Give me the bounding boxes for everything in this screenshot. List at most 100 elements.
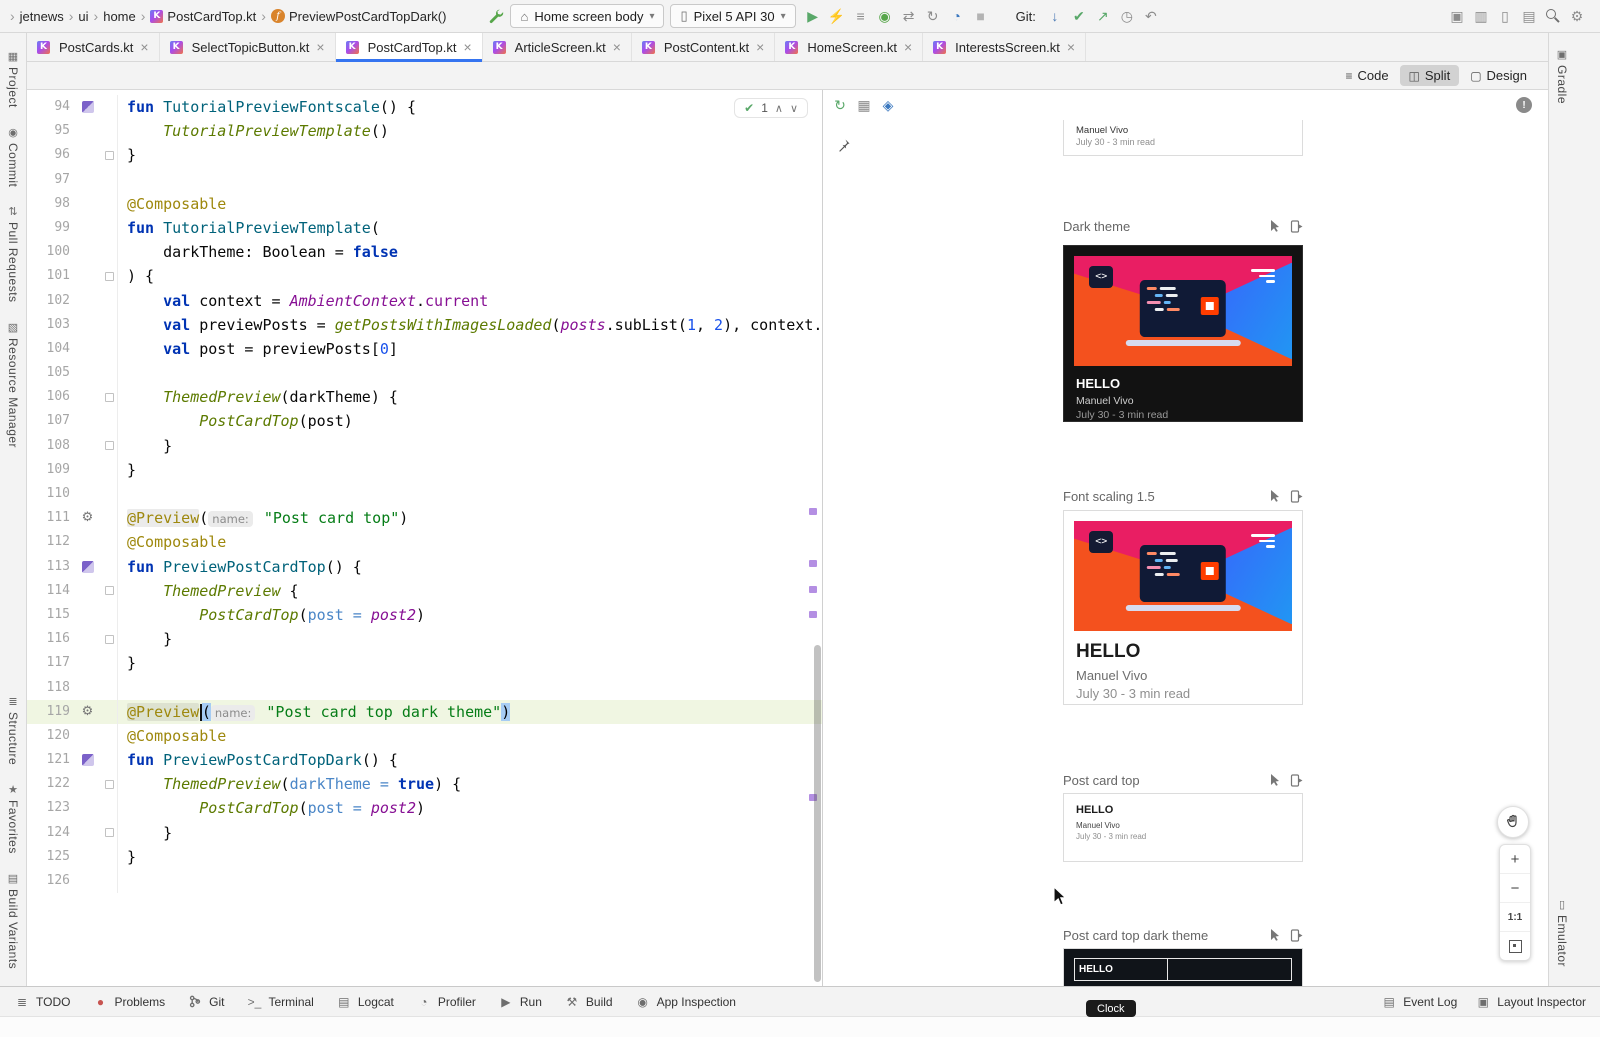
code-line-120[interactable]: 120@Composable [27,724,822,748]
preview-canvas[interactable]: Manuel Vivo July 30 - 3 min read Dark th… [823,120,1548,986]
avd-manager-icon[interactable]: ▯ [1494,5,1516,27]
zoom-reset-button[interactable]: 1:1 [1500,902,1530,931]
run-button[interactable]: ▶ [802,5,824,27]
deploy-preview-icon[interactable] [1290,929,1303,942]
crumb-ui[interactable]: ui [78,9,88,24]
compose-preview-run-icon[interactable] [82,101,94,113]
tool-stripe-project[interactable]: ▦Project [6,50,20,108]
close-icon[interactable]: × [756,39,764,55]
close-icon[interactable]: × [140,39,148,55]
interactive-preview-icon[interactable] [1270,774,1281,786]
compose-preview-run-icon[interactable] [82,754,94,766]
code-line-100[interactable]: 100 darkTheme: Boolean = false [27,240,822,264]
statusbar-event-log[interactable]: ▤Event Log [1381,995,1457,1009]
prev-issue-icon[interactable]: ∧ [775,102,783,115]
close-icon[interactable]: × [463,39,471,55]
statusbar-problems[interactable]: ●Problems [92,995,165,1009]
code-line-110[interactable]: 110 [27,482,822,506]
code-line-116[interactable]: 116 } [27,627,822,651]
preview-settings-icon[interactable]: ⚙ [82,506,94,530]
next-issue-icon[interactable]: ∨ [790,102,798,115]
profiler-icon[interactable]: ◔ [946,5,968,27]
tool-stripe-commit[interactable]: ◉Commit [6,126,20,187]
tool-stripe-emulator[interactable]: ▯Emulator [1555,898,1569,967]
layout-inspector-icon[interactable]: ▣ [1446,5,1468,27]
attach-debugger-icon[interactable]: ⇄ [898,5,920,27]
statusbar-layout-inspector[interactable]: ▣Layout Inspector [1475,995,1586,1009]
statusbar-todo[interactable]: ≣TODO [14,995,70,1009]
close-icon[interactable]: × [1067,39,1075,55]
code-line-108[interactable]: 108 } [27,434,822,458]
mode-design[interactable]: ▢Design [1461,65,1536,86]
close-icon[interactable]: × [613,39,621,55]
statusbar-profiler[interactable]: ◔Profiler [416,995,476,1009]
inspection-widget[interactable]: ✔ 1 ∧ ∨ [734,98,808,118]
code-line-95[interactable]: 95 TutorialPreviewTemplate() [27,119,822,143]
code-line-112[interactable]: 112@Composable [27,530,822,554]
statusbar-app-inspection[interactable]: ◉App Inspection [635,995,736,1009]
wrench-icon[interactable] [488,8,504,24]
code-line-118[interactable]: 118 [27,676,822,700]
code-line-126[interactable]: 126 [27,869,822,893]
apply-changes-icon[interactable]: ⚡ [826,5,848,27]
push-icon[interactable]: ↗ [1092,5,1114,27]
code-line-115[interactable]: 115 PostCardTop(post = post2) [27,603,822,627]
run-config-selector[interactable]: ⌂ Home screen body ▾ [510,4,664,28]
tool-stripe-structure[interactable]: ≣Structure [6,695,20,765]
code-line-113[interactable]: 113fun PreviewPostCardTop() { [27,555,822,579]
interactive-preview-icon[interactable] [1270,490,1281,502]
history-icon[interactable]: ◷ [1116,5,1138,27]
preview-issues-icon[interactable]: ! [1516,97,1532,113]
deploy-preview-icon[interactable] [1290,774,1303,787]
code-line-107[interactable]: 107 PostCardTop(post) [27,409,822,433]
close-icon[interactable]: × [316,39,324,55]
zoom-to-fit-button[interactable] [1500,931,1530,960]
tool-stripe-favorites[interactable]: ★Favorites [6,783,20,854]
tool-stripe-resource-manager[interactable]: ▧Resource Manager [6,321,20,448]
code-editor[interactable]: 94fun TutorialPreviewFontscale() {95 Tut… [27,90,822,986]
statusbar-run[interactable]: ▶Run [498,995,542,1009]
interactive-preview-icon[interactable] [1270,929,1281,941]
build-refresh-icon[interactable]: ↻ [829,94,851,116]
pin-icon[interactable] [837,138,851,155]
debug-icon[interactable]: ◉ [874,5,896,27]
layers-icon[interactable]: ◈ [877,94,899,116]
statusbar-git[interactable]: Git [187,995,224,1009]
crumb-previewpostcardtopdark[interactable]: fPreviewPostCardTopDark() [271,9,447,24]
sdk-manager-icon[interactable]: ▤ [1518,5,1540,27]
tab-postcontent-kt[interactable]: KPostContent.kt× [632,33,775,61]
deploy-preview-icon[interactable] [1290,220,1303,233]
crumb-jetnews[interactable]: jetnews [20,9,64,24]
zoom-in-button[interactable]: + [1500,845,1530,873]
code-line-98[interactable]: 98@Composable [27,192,822,216]
preview-settings-icon[interactable]: ⚙ [82,700,94,724]
statusbar-build[interactable]: ⚒Build [564,995,613,1009]
crumb-postcardtop-kt[interactable]: KPostCardTop.kt [150,9,256,24]
tab-postcards-kt[interactable]: KPostCards.kt× [27,33,160,61]
rollback-icon[interactable]: ↶ [1140,5,1162,27]
commit-icon[interactable]: ✔ [1068,5,1090,27]
editor-scrollbar[interactable] [814,645,821,982]
code-line-103[interactable]: 103 val previewPosts = getPostsWithImage… [27,313,822,337]
tab-articlescreen-kt[interactable]: KArticleScreen.kt× [483,33,632,61]
code-line-122[interactable]: 122 ThemedPreview(darkTheme = true) { [27,772,822,796]
code-line-117[interactable]: 117} [27,651,822,675]
tab-homescreen-kt[interactable]: KHomeScreen.kt× [775,33,923,61]
settings-icon[interactable]: ⚙ [1566,5,1588,27]
code-line-109[interactable]: 109} [27,458,822,482]
device-selector[interactable]: ▯ Pixel 5 API 30 ▾ [670,4,795,28]
code-line-119[interactable]: 119⚙@Preview(name: "Post card top dark t… [27,700,822,724]
code-line-105[interactable]: 105 [27,361,822,385]
tool-stripe-build-variants[interactable]: ▤Build Variants [6,872,20,969]
view-options-icon[interactable]: ▦ [853,94,875,116]
compose-preview-run-icon[interactable] [82,561,94,573]
update-project-icon[interactable]: ↓ [1044,5,1066,27]
tab-postcardtop-kt[interactable]: KPostCardTop.kt× [336,33,483,61]
tab-interestsscreen-kt[interactable]: KInterestsScreen.kt× [923,33,1086,61]
device-manager-icon[interactable]: ▥ [1470,5,1492,27]
tool-stripe-pull-requests[interactable]: ⇅Pull Requests [6,205,20,303]
crumb-home[interactable]: home [103,9,136,24]
code-line-102[interactable]: 102 val context = AmbientContext.current [27,289,822,313]
code-line-96[interactable]: 96} [27,143,822,167]
code-line-97[interactable]: 97 [27,168,822,192]
